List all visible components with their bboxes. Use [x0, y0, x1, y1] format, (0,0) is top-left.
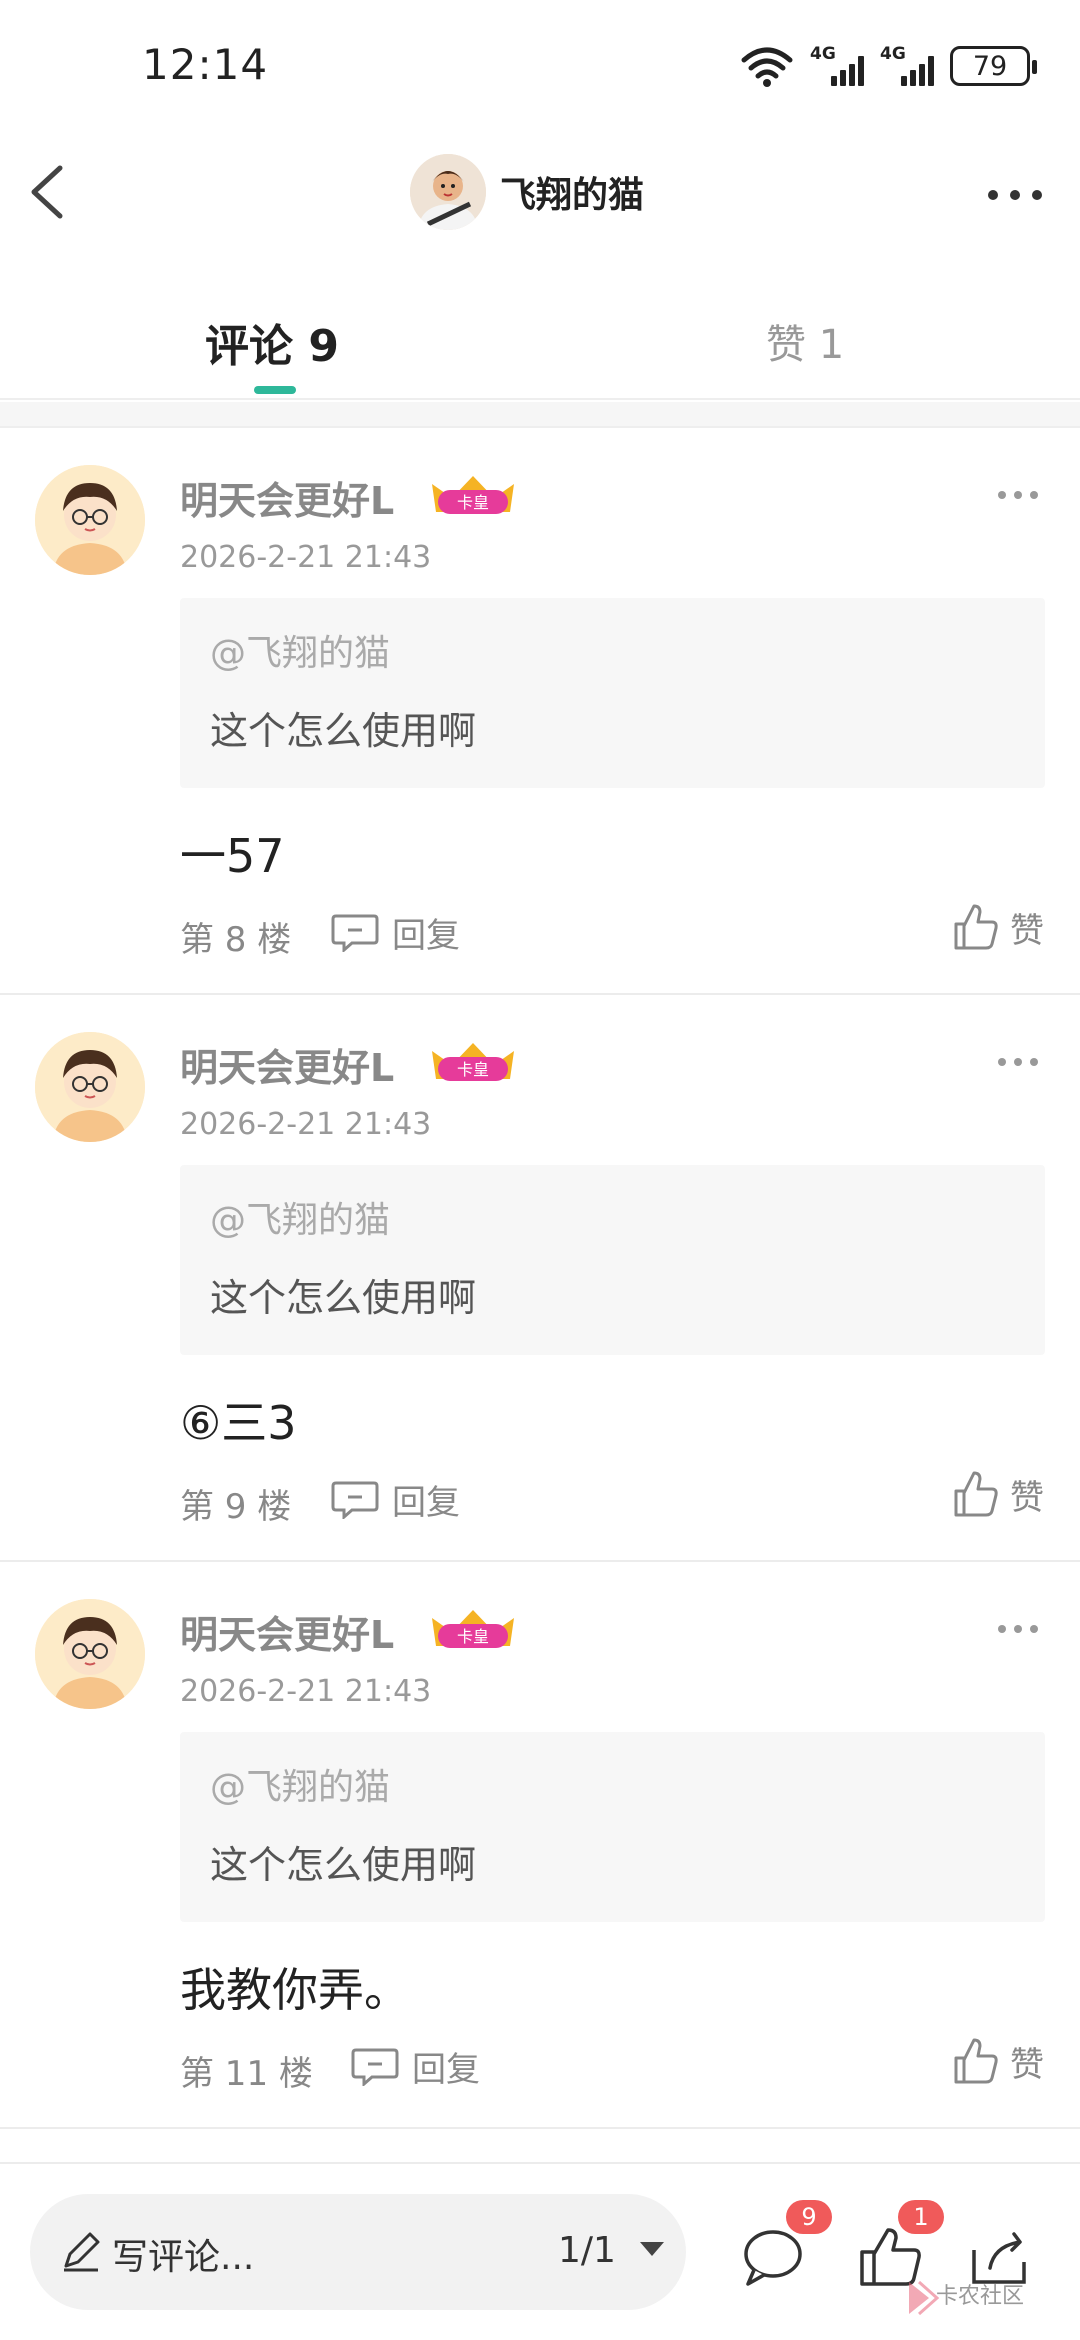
section-divider: [0, 402, 1080, 428]
quoted-author[interactable]: @飞翔的猫: [210, 624, 390, 676]
quoted-comment[interactable]: @飞翔的猫 这个怎么使用啊: [180, 598, 1045, 788]
quoted-author[interactable]: @飞翔的猫: [210, 1758, 390, 1810]
like-button[interactable]: 赞: [952, 1467, 1044, 1521]
comment-body: 一57: [180, 829, 285, 883]
commenter-name[interactable]: 明天会更好L: [180, 1037, 394, 1092]
commenter-avatar[interactable]: [35, 1032, 145, 1142]
quoted-author[interactable]: @飞翔的猫: [210, 1191, 390, 1243]
caret-down-icon[interactable]: [640, 2242, 664, 2256]
reply-button[interactable]: 回复: [330, 1475, 460, 1523]
reply-icon: [331, 1481, 379, 1519]
more-options-icon[interactable]: [980, 170, 1050, 220]
reply-label: 回复: [392, 1482, 460, 1523]
comment-time: 2026-2-21 21:43: [180, 1107, 432, 1142]
status-time: 12:14: [142, 40, 269, 89]
comment-item: 明天会更好L 卡皇 2026-2-21 21:43 @飞翔的猫 这个怎么使用啊 …: [0, 1564, 1080, 2129]
reply-label: 回复: [412, 2049, 480, 2090]
status-bar: 12:14 4G 4G 79: [0, 0, 1080, 140]
commenter-name[interactable]: 明天会更好L: [180, 1604, 394, 1659]
tab-bar: 评论 9 赞 1: [0, 290, 1080, 400]
page-indicator[interactable]: 1/1: [558, 2230, 616, 2271]
active-tab-indicator: [254, 386, 296, 394]
crown-badge-icon: 卡皇: [432, 1610, 514, 1648]
comment-more-icon[interactable]: [998, 1619, 1038, 1639]
watermark-text: 卡农社区: [936, 2284, 1025, 2309]
page-title: 飞翔的猫: [500, 175, 645, 216]
crown-badge-icon: 卡皇: [432, 476, 514, 514]
comment-time: 2026-2-21 21:43: [180, 1674, 432, 1709]
commenter-avatar[interactable]: [35, 465, 145, 575]
comment-more-icon[interactable]: [998, 1052, 1038, 1072]
top-nav-bar: 飞翔的猫: [0, 140, 1080, 250]
wifi-icon: [741, 47, 793, 87]
cellular-signal-1-icon: 4G: [810, 44, 864, 88]
quoted-text: 这个怎么使用啊: [210, 709, 477, 753]
battery-level: 79: [972, 50, 1008, 82]
user-avatar[interactable]: [410, 154, 486, 230]
cellular-signal-2-icon: 4G: [880, 44, 934, 88]
reply-button[interactable]: 回复: [350, 2042, 480, 2090]
write-comment-placeholder: 写评论...: [112, 2237, 255, 2278]
badge-text: 卡皇: [457, 1627, 489, 1646]
thumbs-up-icon: [954, 2038, 998, 2084]
back-arrow-icon[interactable]: [20, 152, 90, 232]
like-button[interactable]: 赞: [952, 2034, 1044, 2088]
comment-item: 明天会更好L 卡皇 2026-2-21 21:43 @飞翔的猫 这个怎么使用啊 …: [0, 430, 1080, 995]
thumbs-up-icon: [954, 904, 998, 950]
bottom-bar: 写评论... 1/1 9 1 卡农社区: [0, 2162, 1080, 2340]
battery-icon: 79: [950, 46, 1037, 86]
tab-likes[interactable]: 赞 1: [766, 312, 844, 370]
quoted-comment[interactable]: @飞翔的猫 这个怎么使用啊: [180, 1165, 1045, 1355]
comment-floor: 第 11 楼: [180, 2054, 313, 2094]
thumbs-up-icon: [954, 1471, 998, 1517]
badge-text: 卡皇: [457, 1060, 489, 1079]
reply-button[interactable]: 回复: [330, 908, 460, 956]
status-icons: 4G 4G 79: [740, 42, 1037, 90]
quoted-text: 这个怎么使用啊: [210, 1843, 477, 1887]
tab-comments[interactable]: 评论 9: [205, 310, 339, 374]
reply-label: 回复: [392, 915, 460, 956]
badge-text: 卡皇: [457, 493, 489, 512]
comment-floor: 第 8 楼: [180, 920, 292, 960]
commenter-name[interactable]: 明天会更好L: [180, 470, 394, 525]
commenter-avatar[interactable]: [35, 1599, 145, 1709]
comment-item: 明天会更好L 卡皇 2026-2-21 21:43 @飞翔的猫 这个怎么使用啊 …: [0, 997, 1080, 1562]
reply-icon: [331, 914, 379, 952]
like-label: 赞: [1010, 2044, 1044, 2085]
quoted-comment[interactable]: @飞翔的猫 这个怎么使用啊: [180, 1732, 1045, 1922]
comment-icon[interactable]: [740, 2226, 806, 2288]
like-count-badge: 1: [898, 2200, 944, 2234]
like-label: 赞: [1010, 1477, 1044, 1518]
comment-floor: 第 9 楼: [180, 1487, 292, 1527]
like-label: 赞: [1010, 910, 1044, 951]
comment-body: 我教你弄。: [180, 1963, 410, 2017]
comment-more-icon[interactable]: [998, 485, 1038, 505]
reply-icon: [351, 2048, 399, 2086]
write-comment-input[interactable]: 写评论... 1/1: [30, 2194, 686, 2310]
comment-time: 2026-2-21 21:43: [180, 540, 432, 575]
quoted-text: 这个怎么使用啊: [210, 1276, 477, 1320]
comment-body: ⑥三3: [180, 1396, 297, 1450]
comment-count-badge: 9: [786, 2200, 832, 2234]
crown-badge-icon: 卡皇: [432, 1043, 514, 1081]
header-user[interactable]: 飞翔的猫: [410, 154, 644, 230]
pencil-icon: [64, 2232, 100, 2272]
like-button[interactable]: 赞: [952, 900, 1044, 954]
